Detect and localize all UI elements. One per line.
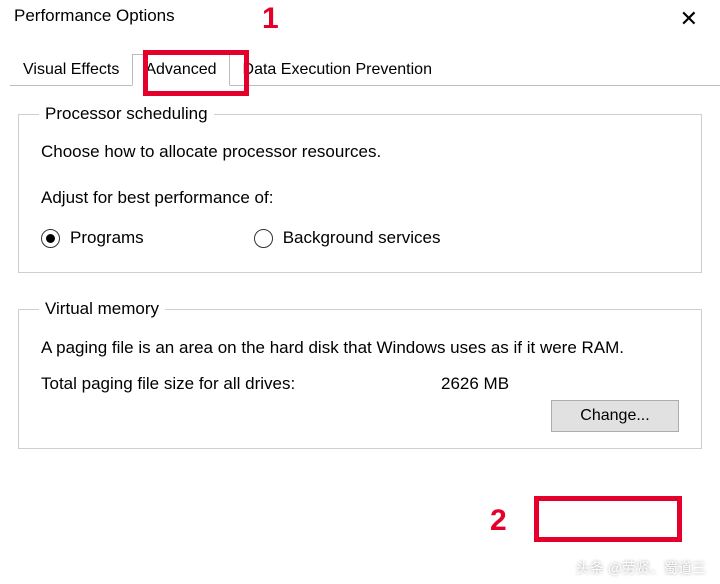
group-legend-processor: Processor scheduling [39, 104, 214, 124]
vm-total-value: 2626 MB [441, 374, 509, 394]
change-button[interactable]: Change... [551, 400, 679, 432]
processor-subhead: Adjust for best performance of: [41, 188, 679, 208]
group-processor-scheduling: Processor scheduling Choose how to alloc… [18, 104, 702, 273]
annotation-highlight-2 [534, 496, 682, 542]
radio-icon [254, 229, 273, 248]
group-legend-vm: Virtual memory [39, 299, 165, 319]
watermark-text: 头条 @劳贤、蜀道三 [576, 558, 706, 578]
radio-icon [41, 229, 60, 248]
vm-desc: A paging file is an area on the hard dis… [41, 337, 679, 360]
annotation-number-1: 1 [262, 2, 279, 36]
group-virtual-memory: Virtual memory A paging file is an area … [18, 299, 702, 449]
vm-total-label: Total paging file size for all drives: [41, 374, 441, 394]
radio-background-services[interactable]: Background services [254, 228, 441, 248]
radio-programs-label: Programs [70, 228, 144, 248]
vm-button-row: Change... [41, 400, 679, 432]
radio-background-label: Background services [283, 228, 441, 248]
dialog-title: Performance Options [14, 6, 175, 26]
tab-visual-effects[interactable]: Visual Effects [10, 54, 132, 86]
processor-radio-group: Programs Background services [41, 228, 679, 248]
tab-dep[interactable]: Data Execution Prevention [230, 54, 445, 86]
performance-options-dialog: Performance Options ✕ Visual Effects Adv… [0, 0, 720, 584]
annotation-number-2: 2 [490, 504, 507, 538]
tab-strip: Visual Effects Advanced Data Execution P… [10, 54, 720, 86]
close-icon[interactable]: ✕ [670, 6, 708, 32]
vm-total-row: Total paging file size for all drives: 2… [41, 374, 679, 394]
titlebar: Performance Options ✕ [0, 0, 720, 38]
tab-content-advanced: Processor scheduling Choose how to alloc… [0, 86, 720, 449]
processor-desc: Choose how to allocate processor resourc… [41, 142, 679, 162]
radio-programs[interactable]: Programs [41, 228, 144, 248]
tab-advanced[interactable]: Advanced [132, 54, 229, 86]
